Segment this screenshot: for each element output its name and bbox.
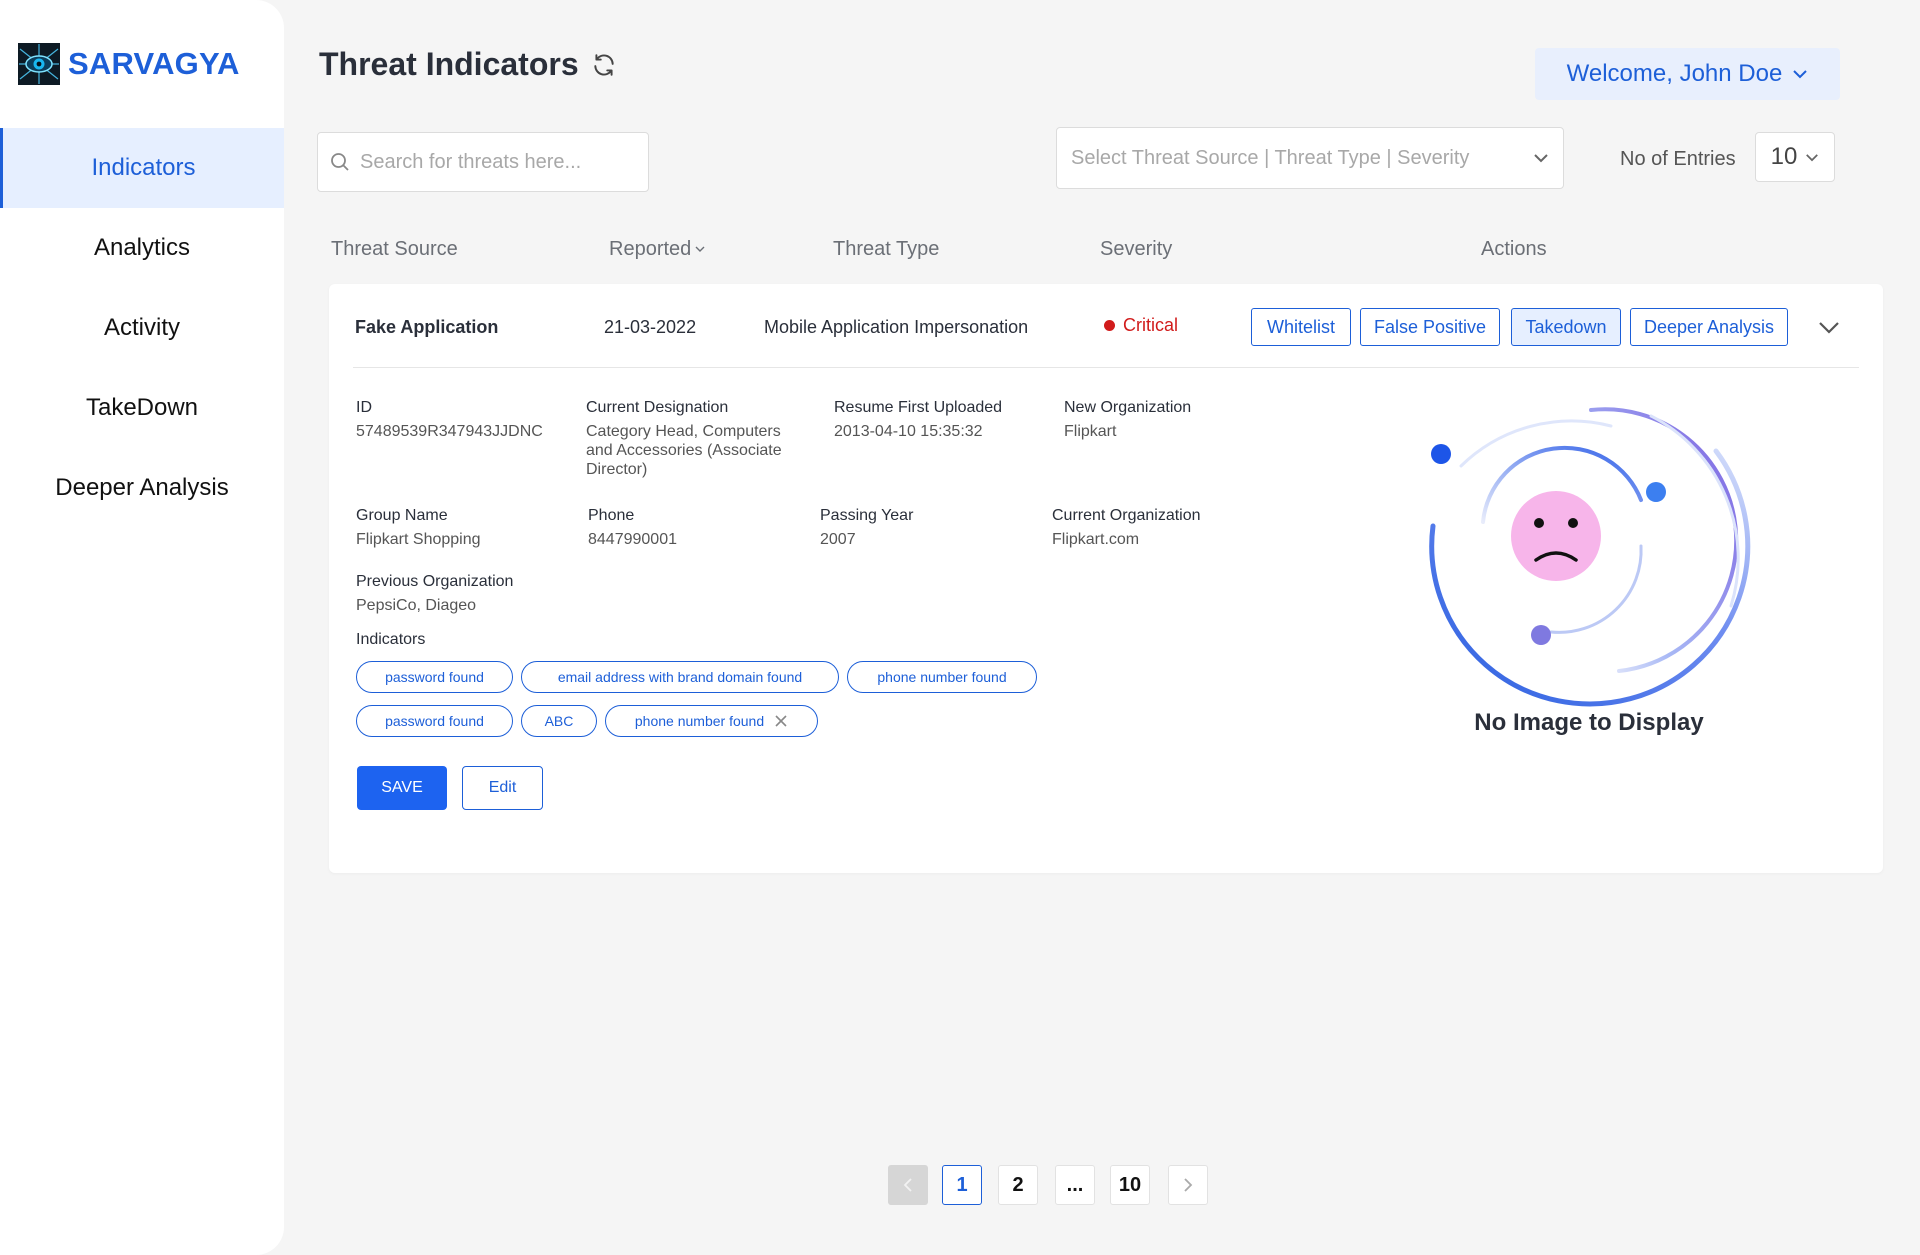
threat-card: Fake Application 21-03-2022 Mobile Appli… [329, 284, 1883, 873]
sidebar-item-deeper-analysis[interactable]: Deeper Analysis [0, 448, 284, 528]
brand[interactable]: SARVAGYA [18, 43, 240, 85]
chevron-down-icon [1806, 153, 1819, 161]
sidebar-nav: Indicators Analytics Activity TakeDown D… [0, 128, 284, 528]
no-image-text: No Image to Display [1474, 709, 1704, 736]
indicator-chip[interactable]: password found [356, 705, 513, 737]
column-header-reported-label: Reported [609, 238, 692, 260]
sort-chevron-icon [695, 246, 705, 252]
critical-dot-icon [1104, 320, 1115, 331]
detail-value-passing-year: 2007 [820, 531, 856, 548]
entries-select[interactable]: 10 [1755, 132, 1835, 182]
detail-label-id: ID [356, 399, 372, 416]
save-button[interactable]: SAVE [357, 766, 447, 810]
detail-value-designation-line3: Director) [586, 461, 648, 478]
detail-label-prev-org: Previous Organization [356, 573, 514, 590]
sidebar-item-activity[interactable]: Activity [0, 288, 284, 368]
column-header-threat-type: Threat Type [833, 238, 940, 260]
cell-threat-source: Fake Application [355, 317, 499, 337]
cell-threat-type: Mobile Application Impersonation [764, 317, 1029, 337]
detail-value-new-org: Flipkart [1064, 423, 1117, 440]
detail-label-current-org: Current Organization [1052, 507, 1201, 524]
cell-reported: 21-03-2022 [604, 317, 697, 337]
detail-value-id: 57489539R347943JJDNC [356, 423, 543, 440]
sidebar-item-takedown[interactable]: TakeDown [0, 368, 284, 448]
indicator-chip[interactable]: phone number found [847, 661, 1037, 693]
search-input[interactable] [360, 150, 630, 174]
page-button-10[interactable]: 10 [1110, 1165, 1150, 1205]
close-icon[interactable] [774, 714, 788, 728]
page-title: Threat Indicators [319, 46, 579, 82]
brand-name: SARVAGYA [68, 46, 240, 81]
refresh-icon[interactable] [591, 52, 617, 78]
chevron-left-icon [903, 1178, 912, 1192]
detail-value-prev-org: PepsiCo, Diageo [356, 597, 477, 614]
next-page-button[interactable] [1168, 1165, 1208, 1205]
indicator-chip-label: password found [385, 713, 484, 729]
row-divider [353, 367, 1859, 368]
column-header-actions: Actions [1481, 238, 1547, 260]
indicator-chip[interactable]: phone number found [605, 705, 818, 737]
chevron-down-icon [1534, 154, 1548, 163]
indicator-chip-label: email address with brand domain found [557, 669, 803, 685]
indicator-chip[interactable]: ABC [521, 705, 597, 737]
indicators-label: Indicators [356, 631, 426, 648]
previous-page-button[interactable] [888, 1165, 928, 1205]
sidebar: SARVAGYA Indicators Analytics Activity T… [0, 0, 284, 1255]
detail-value-designation-line1: Category Head, Computers [586, 423, 781, 440]
detail-label-resume: Resume First Uploaded [834, 399, 1003, 416]
sidebar-item-analytics[interactable]: Analytics [0, 208, 284, 288]
detail-value-phone: 8447990001 [588, 531, 677, 548]
chevron-down-icon [1793, 70, 1808, 79]
detail-value-group: Flipkart Shopping [356, 531, 481, 548]
threat-filter-placeholder: Select Threat Source | Threat Type | Sev… [1071, 146, 1470, 169]
takedown-button[interactable]: Takedown [1511, 308, 1621, 346]
severity-badge: Critical [1104, 315, 1178, 336]
indicator-chip-label: ABC [544, 713, 574, 729]
page-header: Threat Indicators [319, 46, 617, 83]
search-icon [331, 153, 349, 171]
detail-value-designation-line2: and Accessories (Associate [586, 442, 782, 459]
entries-value: 10 [1770, 143, 1798, 170]
column-header-severity: Severity [1100, 238, 1173, 260]
detail-label-passing-year: Passing Year [820, 507, 914, 524]
indicator-chip[interactable]: email address with brand domain found [521, 661, 839, 693]
column-header-reported[interactable]: Reported [609, 238, 705, 261]
detail-label-new-org: New Organization [1064, 399, 1192, 416]
detail-label-group: Group Name [356, 507, 448, 524]
indicator-chip-label: phone number found [877, 669, 1007, 685]
table-row[interactable]: Fake Application 21-03-2022 Mobile Appli… [329, 284, 1883, 368]
sad-face-illustration-icon [1429, 407, 1751, 707]
deeper-analysis-button[interactable]: Deeper Analysis [1630, 308, 1788, 346]
indicator-chip-label: password found [385, 669, 484, 685]
page-ellipsis[interactable]: ... [1055, 1165, 1095, 1205]
sidebar-item-indicators[interactable]: Indicators [0, 128, 284, 208]
indicator-chip[interactable]: password found [356, 661, 513, 693]
whitelist-button[interactable]: Whitelist [1251, 308, 1351, 346]
welcome-text: Welcome, John Doe [1566, 60, 1783, 87]
chevron-right-icon [1184, 1178, 1193, 1192]
column-header-threat-source: Threat Source [331, 238, 458, 260]
edit-button[interactable]: Edit [462, 766, 543, 810]
indicator-chip-label: phone number found [634, 713, 765, 729]
detail-label-phone: Phone [588, 507, 635, 524]
eye-logo-icon [18, 43, 60, 85]
entries-label: No of Entries [1620, 148, 1736, 170]
user-menu[interactable]: Welcome, John Doe [1535, 48, 1840, 100]
false-positive-button[interactable]: False Positive [1360, 308, 1500, 346]
chevron-down-icon[interactable] [1817, 318, 1841, 338]
page-button-1[interactable]: 1 [942, 1165, 982, 1205]
detail-value-resume: 2013-04-10 15:35:32 [834, 423, 983, 440]
detail-value-current-org: Flipkart.com [1052, 531, 1140, 548]
threat-filter-select[interactable]: Select Threat Source | Threat Type | Sev… [1056, 127, 1564, 189]
detail-label-designation: Current Designation [586, 399, 729, 416]
search-box [317, 132, 649, 192]
page-button-2[interactable]: 2 [998, 1165, 1038, 1205]
severity-label: Critical [1123, 315, 1179, 335]
